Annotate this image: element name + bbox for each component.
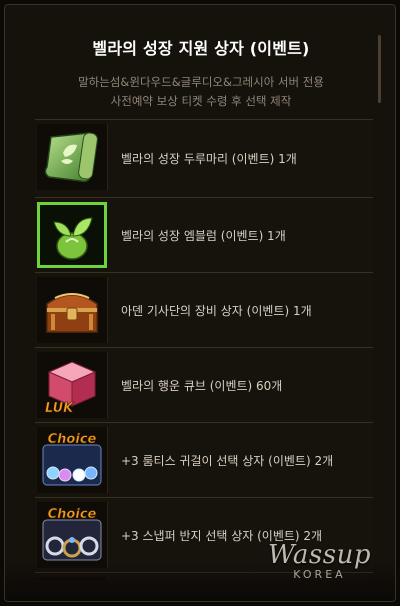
luck-cube-icon: LUK — [37, 352, 108, 418]
popup-description: 말하는섬&윈다우드&글루디오&그레시아 서버 전용 사전예약 보상 티켓 수령 … — [25, 73, 377, 111]
list-item[interactable]: 벨라의 성장 두루마리 (이벤트) 1개 — [35, 120, 373, 198]
description-line-2: 사전예약 보상 티켓 수령 후 선택 제작 — [110, 94, 292, 108]
item-label: 벨라의 성장 엠블럼 (이벤트) 1개 — [121, 228, 286, 243]
ring-choice-box-icon: Choice — [37, 502, 108, 568]
popup-title: 벨라의 성장 지원 상자 (이벤트) — [92, 39, 310, 58]
scrollbar-thumb[interactable] — [378, 35, 381, 103]
scrollbar[interactable] — [378, 35, 381, 103]
list-item[interactable]: 벨라의 성장 엠블럼 (이벤트) 1개 — [35, 198, 373, 273]
item-label: 아덴 기사단의 장비 상자 (이벤트) 1개 — [121, 303, 312, 318]
luk-badge-text: LUK — [45, 401, 74, 414]
choice-badge-text: Choice — [48, 432, 97, 447]
green-sprout-emblem-icon — [37, 202, 107, 268]
watermark-script: Wassup — [267, 540, 371, 570]
watermark-logo: Wassup KOREA — [268, 540, 371, 581]
item-label: 벨라의 성장 두루마리 (이벤트) 1개 — [121, 152, 297, 166]
item-info-popup: 벨라의 성장 지원 상자 (이벤트) 말하는섬&윈다우드&글루디오&그레시아 서… — [4, 4, 396, 602]
item-label: +3 룸티스 귀걸이 선택 상자 (이벤트) 2개 — [121, 453, 334, 468]
earring-choice-box-icon: Choice — [37, 427, 108, 493]
treasure-chest-icon — [37, 277, 108, 343]
choice-badge-text: Choice — [48, 507, 97, 522]
item-label: 벨라의 행운 큐브 (이벤트) 60개 — [121, 378, 283, 393]
list-item[interactable]: Choice +3 룸티스 귀걸이 선택 상자 (이벤트) 2개 — [35, 423, 373, 498]
reward-item-list[interactable]: 벨라의 성장 두루마리 (이벤트) 1개 벨라의 성장 엠블럼 (이벤트) 1개 — [35, 119, 373, 580]
list-item[interactable]: LUK 벨라의 행운 큐브 (이벤트) 60개 — [35, 348, 373, 423]
green-scroll-icon — [37, 124, 108, 190]
list-item[interactable]: 아덴 기사단의 장비 상자 (이벤트) 1개 — [35, 273, 373, 348]
description-line-1: 말하는섬&윈다우드&글루디오&그레시아 서버 전용 — [78, 75, 324, 89]
